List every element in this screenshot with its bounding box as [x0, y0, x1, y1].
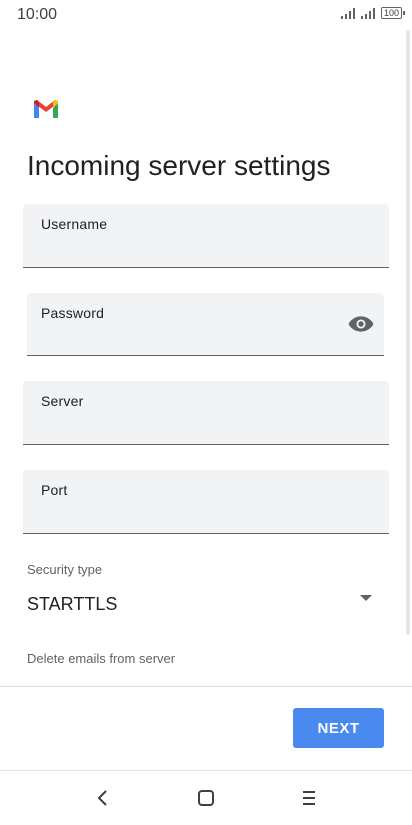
page-title: Incoming server settings [27, 150, 331, 181]
eye-icon[interactable] [348, 315, 374, 333]
next-button[interactable]: NEXT [293, 708, 384, 748]
password-label: Password [41, 305, 105, 321]
status-bar: 10:00 100 [0, 0, 412, 30]
port-field[interactable]: Port [23, 470, 389, 534]
navigation-bar [0, 770, 412, 825]
server-field[interactable]: Server [23, 381, 389, 445]
menu-icon[interactable] [298, 787, 320, 809]
home-icon[interactable] [195, 787, 217, 809]
username-field[interactable]: Username [23, 204, 389, 268]
security-type-select[interactable]: STARTTLS [27, 594, 117, 615]
status-icons: 100 [340, 7, 406, 19]
password-field[interactable]: Password [27, 293, 384, 356]
signal-icon [340, 7, 355, 19]
delete-emails-label: Delete emails from server [27, 651, 176, 666]
scrollbar[interactable] [406, 30, 410, 635]
username-label: Username [41, 216, 108, 232]
port-label: Port [41, 482, 68, 498]
gmail-logo [34, 100, 58, 118]
dropdown-arrow-icon[interactable] [360, 594, 372, 602]
back-icon[interactable] [92, 787, 114, 809]
battery-icon: 100 [380, 7, 406, 19]
signal-icon [360, 7, 375, 19]
status-time: 10:00 [17, 6, 58, 23]
security-type-label: Security type [27, 562, 103, 577]
server-label: Server [41, 393, 84, 409]
divider [0, 686, 412, 687]
battery-level: 100 [383, 8, 399, 18]
